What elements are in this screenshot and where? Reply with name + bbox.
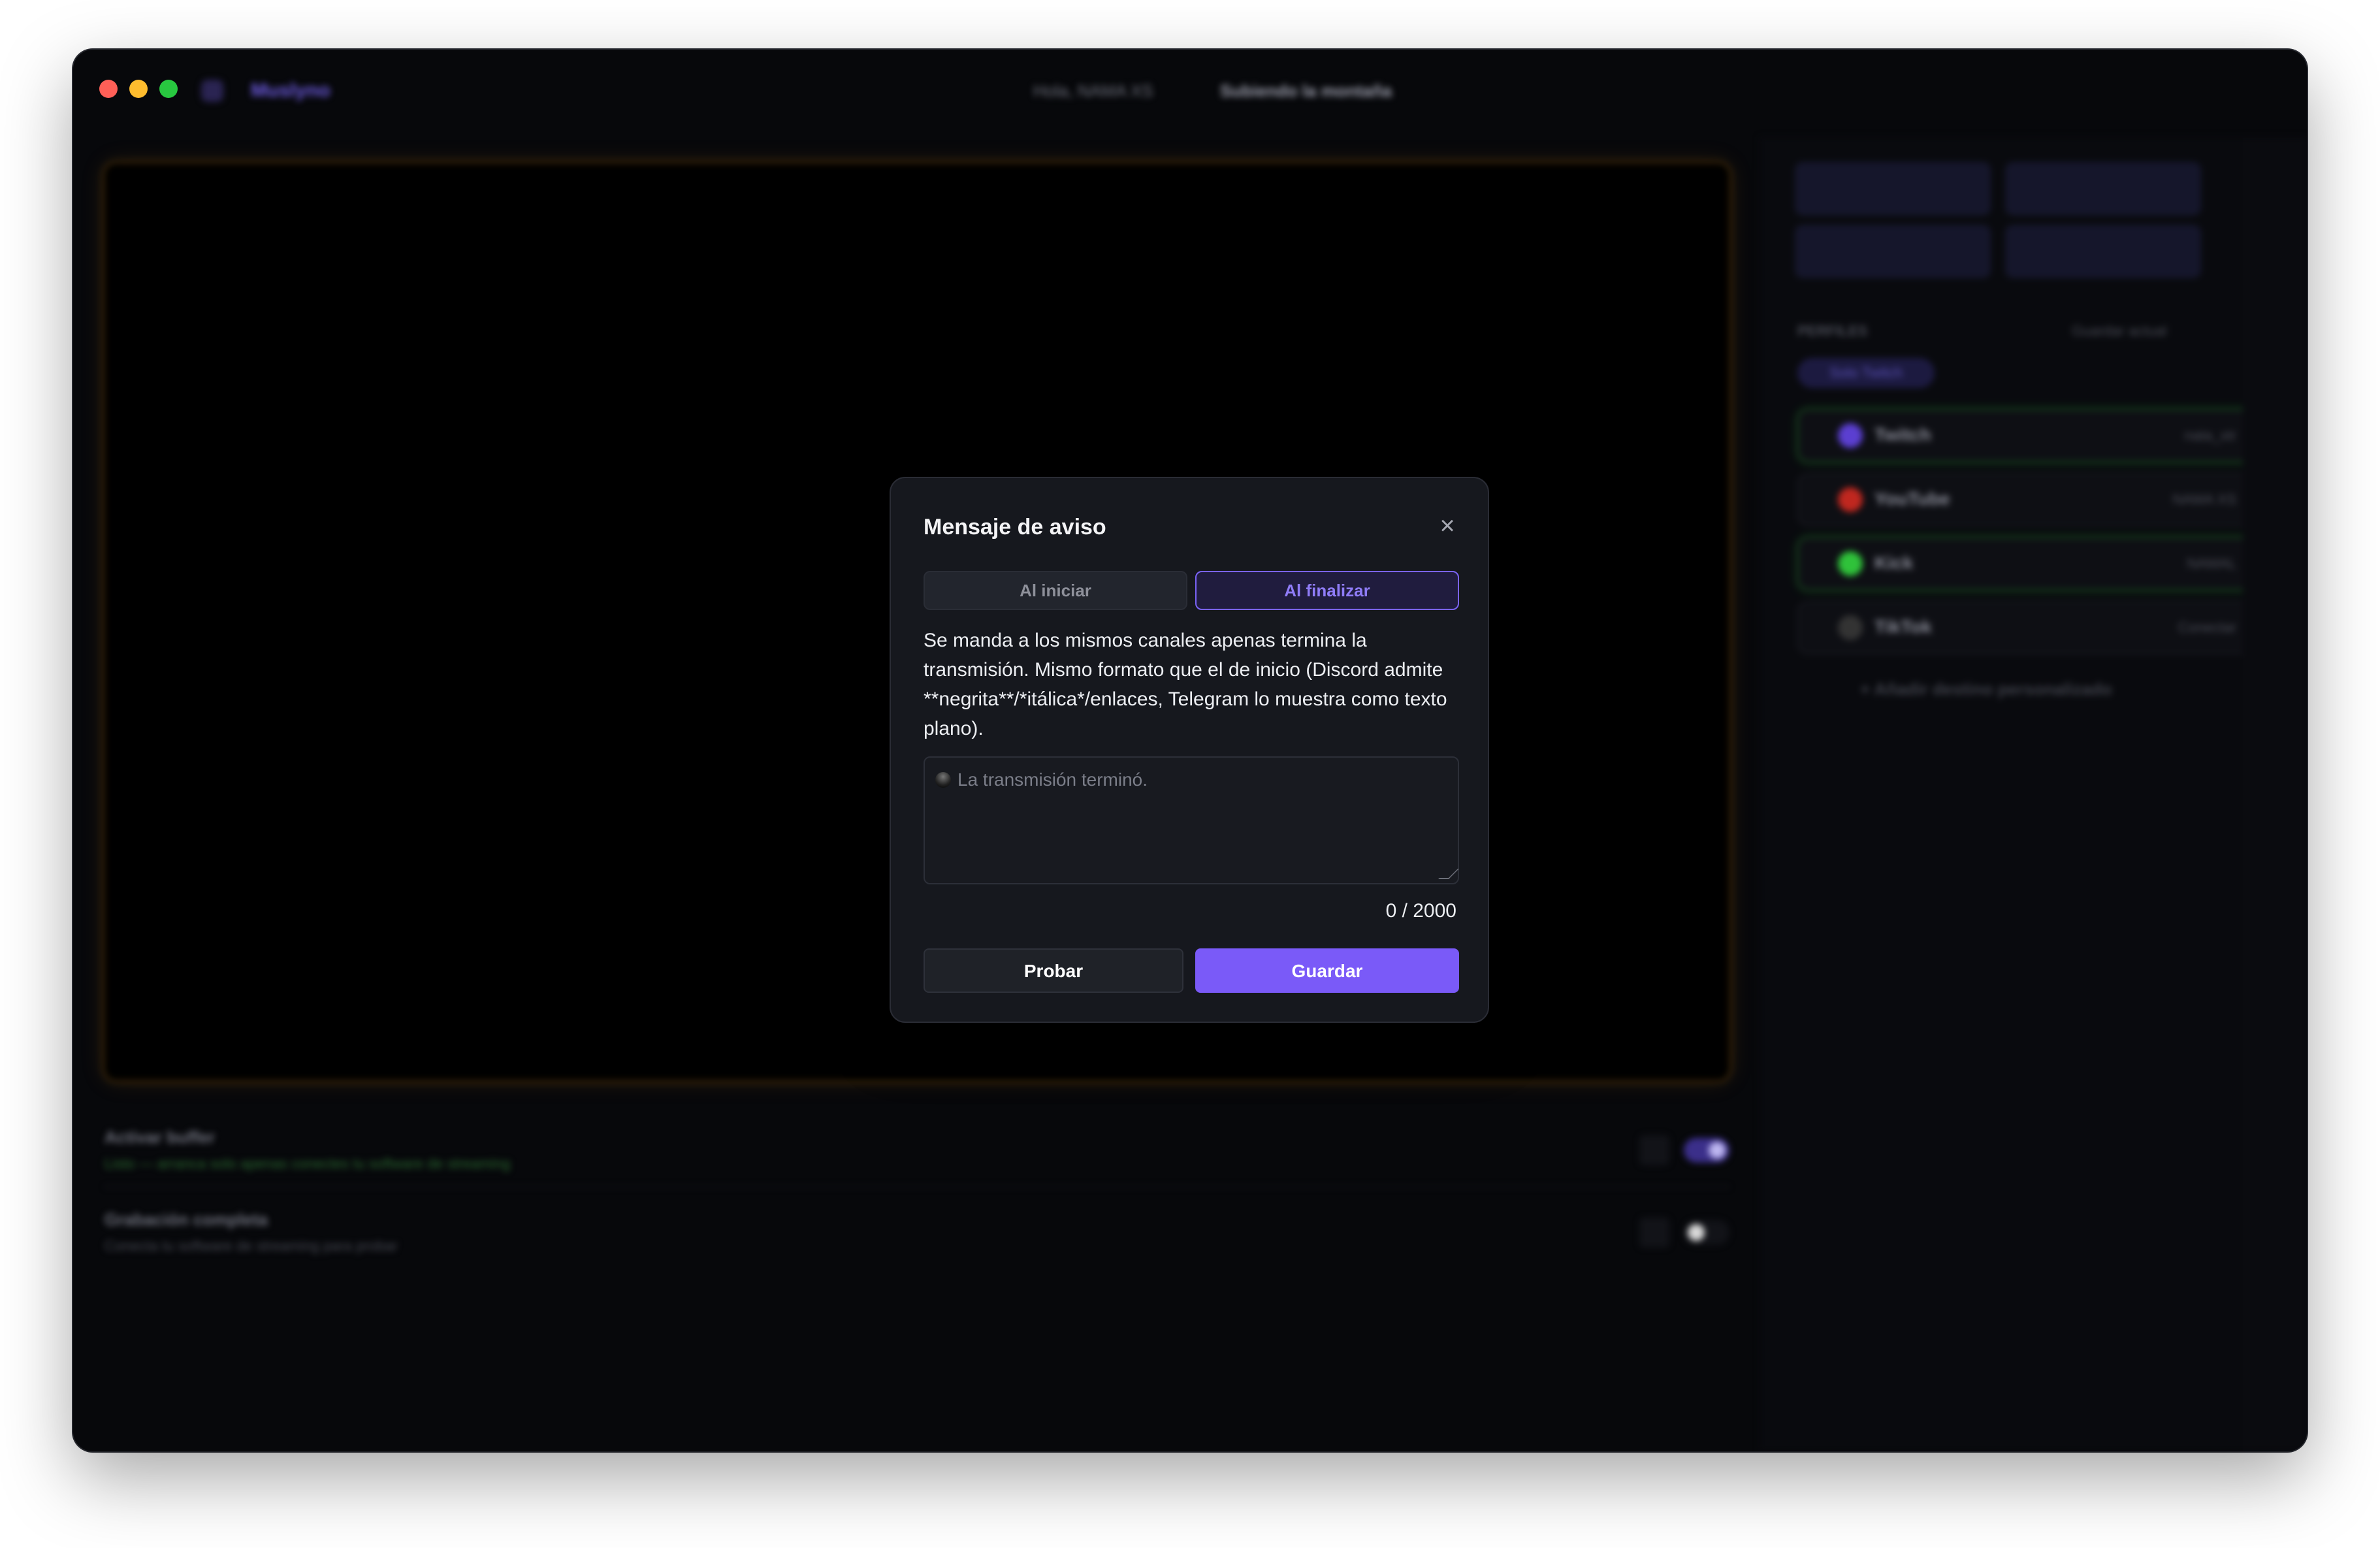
twitch-icon	[1838, 423, 1863, 448]
kick-icon	[1838, 551, 1863, 576]
buffer-title: Activar buffer	[105, 1127, 216, 1147]
clock-tile[interactable]	[1795, 225, 1991, 278]
alert-tile[interactable]	[2005, 225, 2201, 278]
close-icon[interactable]: ×	[1436, 513, 1459, 539]
dialog-title: Mensaje de aviso	[924, 515, 1106, 540]
destination-tiktok[interactable]: TikTok Conectar	[1797, 601, 2277, 654]
minimize-window-button[interactable]	[129, 80, 148, 98]
destination-value: NAMAL	[2187, 555, 2236, 572]
maximize-window-button[interactable]	[159, 80, 178, 98]
add-destination-button[interactable]: + Añadir destino personalizado	[1860, 679, 2112, 700]
icon-bar	[2243, 137, 2307, 1451]
edit-tile[interactable]	[1795, 162, 1991, 216]
tab-on-end[interactable]: Al finalizar	[1195, 571, 1459, 610]
title-bar: Muslyno Hola, NAMA XS Subiendo la montañ…	[73, 50, 2307, 137]
textarea-placeholder: La transmisión terminó.	[957, 769, 1148, 790]
destination-youtube[interactable]: YouTube NAMA XS	[1797, 473, 2277, 526]
profiles-label: PERFILES	[1797, 323, 1868, 339]
dialog-description: Se manda a los mismos canales apenas ter…	[924, 630, 1447, 739]
destination-kick[interactable]: Kick NAMAL	[1797, 537, 2277, 590]
recording-title: Grabación completa	[105, 1210, 268, 1229]
destination-name: Kick	[1874, 553, 1914, 573]
youtube-icon	[1838, 487, 1863, 512]
status-text: Subiendo la montaña	[1220, 81, 1392, 101]
tab-on-start[interactable]: Al iniciar	[924, 571, 1187, 610]
recording-toggle[interactable]	[1684, 1220, 1729, 1245]
app-name-suffix: no	[306, 80, 330, 101]
app-name: Muslyno	[251, 80, 330, 101]
buffer-settings-button[interactable]	[1639, 1135, 1669, 1165]
message-textarea[interactable]: La transmisión terminó.	[924, 756, 1459, 884]
destination-value: Conectar	[2178, 619, 2236, 636]
destination-name: TikTok	[1874, 617, 1932, 637]
recording-settings-button[interactable]	[1639, 1217, 1669, 1248]
notice-message-dialog: Mensaje de aviso × Al iniciar Al finaliz…	[890, 477, 1489, 1023]
settings-tile[interactable]	[2005, 162, 2201, 216]
app-logo-icon	[201, 80, 223, 102]
divider	[105, 1186, 1729, 1187]
close-window-button[interactable]	[99, 80, 118, 98]
recording-subtitle: Conecta tu software de streaming para pr…	[105, 1238, 398, 1254]
destination-value: nata_xtr	[2184, 427, 2237, 443]
black-circle-emoji-icon	[935, 772, 951, 788]
tiktok-icon	[1838, 615, 1863, 640]
buffer-subtitle: Listo — arranca solo apenas conectes tu …	[105, 1155, 511, 1172]
destination-value: NAMA XS	[2172, 491, 2236, 508]
destination-twitch[interactable]: Twitch nata_xtr	[1797, 409, 2277, 462]
profile-pill[interactable]: Solo Twitch	[1797, 358, 1935, 388]
destination-name: YouTube	[1874, 489, 1950, 509]
save-current-button[interactable]: Guardar actual	[2072, 323, 2167, 340]
greeting-text: Hola, NAMA XS	[1033, 81, 1153, 101]
test-button[interactable]: Probar	[924, 948, 1183, 993]
character-counter: 0 / 2000	[1385, 900, 1456, 922]
resize-handle-icon[interactable]	[1438, 869, 1459, 879]
save-button[interactable]: Guardar	[1195, 948, 1459, 993]
destination-name: Twitch	[1874, 425, 1931, 445]
buffer-toggle[interactable]	[1684, 1138, 1729, 1163]
